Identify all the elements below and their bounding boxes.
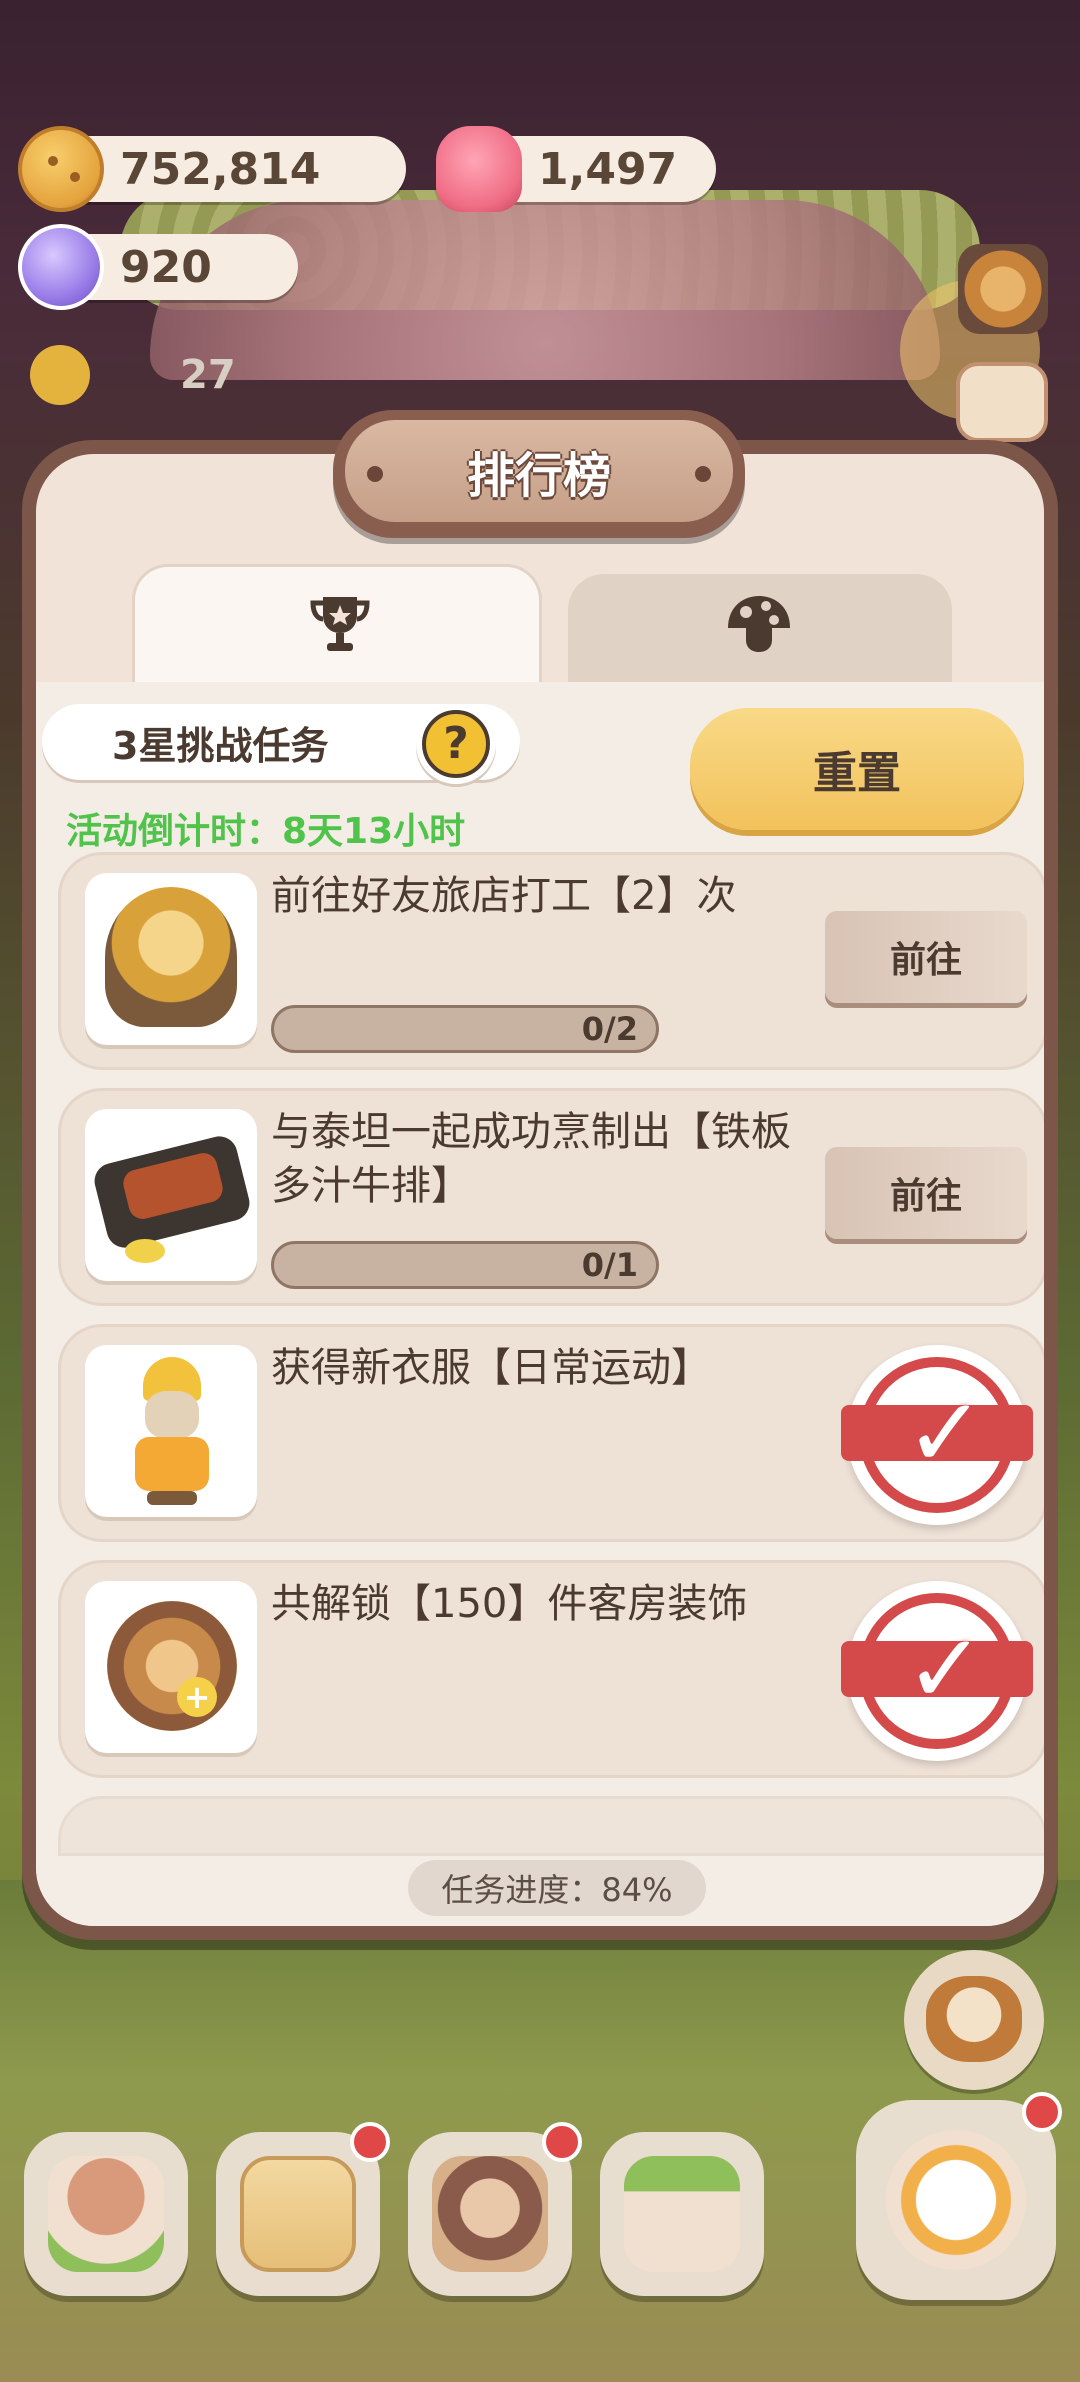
visitor-count: 27 xyxy=(180,352,236,398)
nav-characters[interactable] xyxy=(408,2122,582,2296)
visitor-counter: 27 xyxy=(30,345,236,405)
nav-shop[interactable] xyxy=(600,2132,764,2296)
candy-icon xyxy=(18,224,104,310)
cat-chat-button[interactable] xyxy=(904,1950,1044,2090)
task-title: 获得新衣服【日常运动】 xyxy=(271,1345,711,1391)
task-progress-bar: 0/2 xyxy=(271,1005,659,1053)
mushroom-icon xyxy=(728,596,790,652)
notification-dot xyxy=(350,2122,390,2162)
task-card: 获得新衣服【日常运动】 ✓ xyxy=(58,1324,1044,1542)
cat-icon xyxy=(926,1976,1022,2062)
cookie-currency[interactable]: 752,814 xyxy=(18,126,406,212)
characters-icon xyxy=(432,2156,548,2272)
help-button[interactable]: ? xyxy=(416,704,496,784)
tab-trophy[interactable] xyxy=(132,564,542,684)
task-title: 与泰坦一起成功烹制出【铁板多汁牛排】 xyxy=(271,1109,791,1209)
trophy-icon xyxy=(310,597,370,651)
nav-clock-friend[interactable] xyxy=(856,2092,1062,2300)
cookie-icon xyxy=(18,126,104,212)
task-image-outfit xyxy=(85,1345,257,1517)
gear-icon[interactable] xyxy=(958,244,1048,334)
panel-title-plate: 排行榜 xyxy=(333,410,745,538)
task-card-partial xyxy=(58,1796,1044,1856)
question-icon: ? xyxy=(422,710,490,778)
check-icon: ✓ xyxy=(905,1377,986,1489)
stamp-icon[interactable] xyxy=(956,362,1048,442)
house-icon xyxy=(48,2156,164,2272)
task-image-decoration: + xyxy=(85,1581,257,1753)
jelly-currency[interactable]: 1,497 xyxy=(436,126,716,212)
panel-title: 排行榜 xyxy=(466,448,611,504)
completed-stamp: ✓ xyxy=(841,1345,1033,1525)
nav-journal[interactable] xyxy=(216,2122,390,2296)
reset-button[interactable]: 重置 xyxy=(690,708,1024,830)
sun-icon xyxy=(30,345,90,405)
task-title: 前往好友旅店打工【2】次 xyxy=(271,873,737,919)
alarm-clock-icon xyxy=(886,2130,1026,2270)
task-progress-text: 0/1 xyxy=(581,1246,638,1284)
task-card: 与泰坦一起成功烹制出【铁板多汁牛排】 0/1 前往 xyxy=(58,1088,1044,1306)
task-list-area: 前往好友旅店打工【2】次 0/2 前往 与泰坦一起成功烹制出【铁板多汁牛排】 0… xyxy=(36,682,1044,1926)
task-progress-text: 0/2 xyxy=(581,1010,638,1048)
task-progress-summary: 任务进度：84% xyxy=(408,1860,706,1916)
task-card: + 共解锁【150】件客房装饰 ✓ xyxy=(58,1560,1044,1778)
candy-currency[interactable]: 920 xyxy=(18,224,298,310)
event-countdown: 活动倒计时：8天13小时 xyxy=(66,811,466,852)
tab-mushroom[interactable] xyxy=(568,574,952,694)
completed-stamp: ✓ xyxy=(841,1581,1033,1761)
notification-dot xyxy=(542,2122,582,2162)
task-card: 前往好友旅店打工【2】次 0/2 前往 xyxy=(58,852,1044,1070)
check-icon: ✓ xyxy=(905,1613,986,1725)
jelly-icon xyxy=(436,126,522,212)
task-image-worker xyxy=(85,873,257,1045)
shop-icon xyxy=(624,2156,740,2272)
notification-dot xyxy=(1022,2092,1062,2132)
task-progress-bar: 0/1 xyxy=(271,1241,659,1289)
leaderboard-panel: 前往好友旅店打工【2】次 0/2 前往 与泰坦一起成功烹制出【铁板多汁牛排】 0… xyxy=(22,440,1058,1940)
notebook-icon xyxy=(240,2156,356,2272)
task-title: 共解锁【150】件客房装饰 xyxy=(271,1581,748,1627)
go-button[interactable]: 前往 xyxy=(825,1147,1027,1239)
go-button[interactable]: 前往 xyxy=(825,911,1027,1003)
nav-home[interactable] xyxy=(24,2132,188,2296)
task-image-steak xyxy=(85,1109,257,1281)
